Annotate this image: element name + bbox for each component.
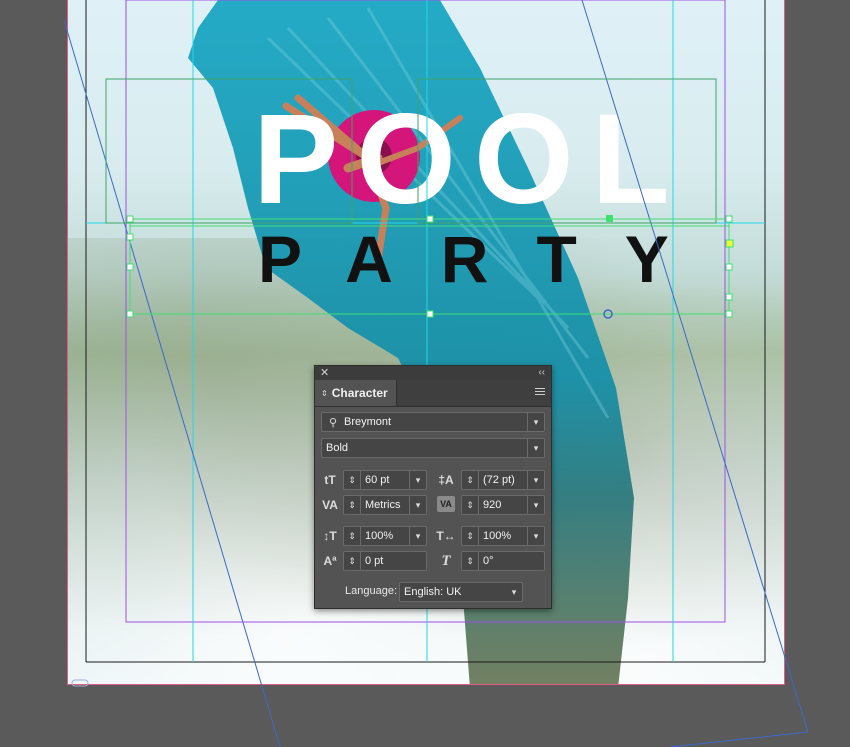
chevron-down-icon[interactable]: ▾ — [409, 496, 426, 514]
horizontal-scale-field[interactable]: ⇕ 100% ▾ — [461, 526, 545, 546]
font-style-value[interactable]: Bold — [322, 442, 527, 454]
vertical-scale-icon: ↕T — [323, 529, 337, 543]
chevron-down-icon[interactable]: ▾ — [409, 471, 426, 489]
skew-field[interactable]: ⇕ 0° — [461, 551, 545, 571]
language-value[interactable]: English: UK — [400, 586, 506, 598]
font-size-value[interactable]: 60 pt — [361, 474, 409, 486]
chevron-down-icon[interactable]: ▾ — [527, 471, 544, 489]
font-style-field[interactable]: Bold ▾ — [321, 438, 545, 458]
leading-field[interactable]: ⇕ (72 pt) ▾ — [461, 470, 545, 490]
stepper-icon[interactable]: ⇕ — [462, 471, 479, 489]
kerning-field[interactable]: ⇕ Metrics ▾ — [343, 495, 427, 515]
language-select[interactable]: English: UK ▾ — [399, 582, 523, 602]
skew-icon: T — [441, 552, 451, 569]
leading-value[interactable]: (72 pt) — [479, 474, 527, 486]
stepper-icon[interactable]: ⇕ — [344, 527, 361, 545]
language-label: Language: — [345, 585, 397, 597]
tracking-icon: VA — [437, 496, 455, 512]
hamburger-menu-icon[interactable] — [535, 388, 545, 397]
font-family-value[interactable]: Breymont — [344, 416, 527, 428]
baseline-shift-field[interactable]: ⇕ 0 pt — [343, 551, 427, 571]
panel-titlebar[interactable]: ✕ ‹‹ — [315, 366, 551, 380]
stepper-icon[interactable]: ⇕ — [344, 496, 361, 514]
tracking-value[interactable]: 920 — [479, 499, 527, 511]
kerning-value[interactable]: Metrics — [361, 499, 409, 511]
vertical-scale-field[interactable]: ⇕ 100% ▾ — [343, 526, 427, 546]
tab-character-label: Character — [331, 386, 388, 400]
stepper-icon[interactable]: ⇕ — [462, 552, 479, 570]
horizontal-scale-value[interactable]: 100% — [479, 530, 527, 542]
stepper-icon[interactable]: ⇕ — [344, 552, 361, 570]
chevron-down-icon[interactable]: ▾ — [506, 583, 522, 601]
chevron-down-icon[interactable]: ▾ — [527, 527, 544, 545]
tab-arrows-icon: ⇕ — [321, 388, 328, 398]
font-size-field[interactable]: ⇕ 60 pt ▾ — [343, 470, 427, 490]
chevron-down-icon[interactable]: ▾ — [527, 413, 544, 431]
leading-icon: ‡A — [438, 473, 454, 487]
close-icon[interactable]: ✕ — [320, 366, 329, 380]
tracking-field[interactable]: ⇕ 920 ▾ — [461, 495, 545, 515]
search-icon: ⚲ — [328, 416, 338, 429]
horizontal-scale-icon: T↔ — [436, 529, 456, 543]
tab-character[interactable]: ⇕ Character — [315, 380, 397, 406]
chevron-down-icon[interactable]: ▾ — [409, 527, 426, 545]
baseline-shift-icon: Aª — [323, 554, 337, 568]
baseline-shift-value[interactable]: 0 pt — [361, 555, 426, 567]
skew-value[interactable]: 0° — [479, 555, 544, 567]
vertical-scale-value[interactable]: 100% — [361, 530, 409, 542]
title-party: PARTY — [258, 222, 717, 296]
chevron-down-icon[interactable]: ▾ — [527, 496, 544, 514]
title-pool: POOL — [253, 88, 688, 231]
kerning-icon: VA — [322, 498, 338, 512]
indesign-workspace: POOL PARTY ✕ ‹‹ ⇕ Character ⚲ Breymont ▾… — [0, 0, 850, 747]
panel-tab-row: ⇕ Character — [315, 380, 551, 407]
font-size-icon: tT — [324, 473, 336, 487]
character-panel[interactable]: ✕ ‹‹ ⇕ Character ⚲ Breymont ▾ Bold ▾ tT … — [314, 365, 552, 609]
stepper-icon[interactable]: ⇕ — [462, 527, 479, 545]
stepper-icon[interactable]: ⇕ — [344, 471, 361, 489]
stepper-icon[interactable]: ⇕ — [462, 496, 479, 514]
double-chevron-icon[interactable]: ‹‹ — [538, 366, 545, 380]
font-family-field[interactable]: ⚲ Breymont ▾ — [321, 412, 545, 432]
rotated-frame-edge-bottom — [669, 731, 809, 747]
chevron-down-icon[interactable]: ▾ — [527, 439, 544, 457]
